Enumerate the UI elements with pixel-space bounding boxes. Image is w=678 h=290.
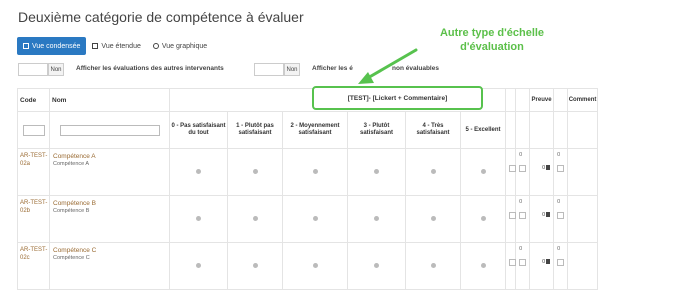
row-checkbox-2[interactable] — [519, 212, 527, 219]
level-radio-1[interactable] — [252, 168, 258, 174]
table-row: AR-TEST-02c Compétence C Compétence C 0 … — [17, 242, 599, 290]
table-row: AR-TEST-02b Compétence B Compétence B 0 … — [17, 195, 599, 243]
row-checkbox-2[interactable] — [519, 165, 527, 172]
column-header-name: Nom — [49, 88, 170, 112]
tab-condensed-view[interactable]: Vue condensée — [17, 37, 87, 55]
filter-label-non-evaluable-end: non évaluables — [392, 65, 439, 72]
filter-input-2[interactable] — [254, 63, 284, 76]
scale-header-highlight: [TEST]- [Lickert + Commentaire] — [312, 86, 483, 110]
competence-description: Compétence A — [53, 161, 90, 167]
view-tabs: Vue condensée Vue étendue Vue graphique — [17, 37, 213, 55]
zero-count: 0 — [519, 199, 523, 205]
level-radio-4[interactable] — [430, 215, 436, 221]
row-checkbox-2[interactable] — [519, 259, 527, 266]
column-header-comment: Comment — [567, 88, 599, 112]
tab-chart-label: Vue graphique — [161, 42, 208, 50]
level-radio-0[interactable] — [196, 215, 201, 221]
level-radio-2[interactable] — [312, 168, 318, 174]
level-header-2: 2 - Moyennement satisfaisant — [282, 111, 348, 149]
tab-extended-view[interactable]: Vue étendue — [86, 37, 146, 55]
competence-link[interactable]: Compétence A — [53, 153, 169, 160]
competence-code: AR-TEST-02a — [17, 148, 50, 196]
evaluation-table: Code Nom Preuve Comment 0 - Pas satisfai… — [17, 88, 599, 290]
level-header-3: 3 - Plutôt satisfaisant — [347, 111, 406, 149]
filter-label-other-evaluations: Afficher les évaluations des autres inte… — [76, 65, 224, 72]
zero-count: 0 — [557, 199, 561, 205]
tab-extended-label: Vue étendue — [101, 42, 141, 50]
level-radio-5[interactable] — [480, 215, 486, 221]
annotation-line-1: Autre type d'échelle — [439, 27, 545, 39]
tab-chart-view[interactable]: Vue graphique — [147, 37, 213, 55]
filter-input-1[interactable] — [18, 63, 48, 76]
column-header-code: Code — [17, 88, 50, 112]
level-header-0: 0 - Pas satisfaisant du tout — [169, 111, 228, 149]
level-header-4: 4 - Très satisfaisant — [405, 111, 461, 149]
level-radio-5[interactable] — [480, 262, 486, 268]
filters-bar: Non Afficher les évaluations des autres … — [18, 63, 658, 77]
table-row: AR-TEST-02a Compétence A Compétence A 0 … — [17, 148, 599, 196]
column-header-proof: Preuve — [529, 88, 555, 112]
proof-count[interactable]: 0 — [542, 212, 551, 218]
level-radio-4[interactable] — [430, 168, 436, 174]
competence-code: AR-TEST-02b — [17, 195, 50, 243]
competence-description: Compétence C — [53, 255, 90, 261]
level-header-1: 1 - Plutôt pas satisfaisant — [227, 111, 283, 149]
code-filter-input[interactable] — [22, 124, 45, 136]
level-radio-1[interactable] — [252, 215, 258, 221]
competence-link[interactable]: Compétence B — [53, 200, 169, 207]
filter-label-non-evaluable: Afficher les é — [312, 65, 353, 72]
annotation-callout: Autre type d'échelle d'évaluation — [412, 26, 572, 54]
level-radio-3[interactable] — [374, 168, 379, 174]
chart-view-icon — [152, 43, 159, 49]
document-icon — [546, 259, 551, 265]
zero-count: 0 — [557, 246, 561, 252]
level-radio-3[interactable] — [374, 215, 379, 221]
document-icon — [546, 212, 551, 218]
toggle-button-other-evaluations[interactable]: Non — [48, 63, 64, 76]
proof-count-value: 0 — [542, 212, 546, 218]
zero-count: 0 — [519, 246, 523, 252]
proof-count-value: 0 — [542, 259, 546, 265]
proof-count-value: 0 — [542, 165, 546, 171]
level-radio-5[interactable] — [480, 168, 486, 174]
level-header-5: 5 - Excellent — [459, 111, 507, 149]
level-radio-0[interactable] — [196, 262, 201, 268]
level-radio-2[interactable] — [312, 215, 318, 221]
row-checkbox-3[interactable] — [557, 212, 565, 219]
condensed-view-icon — [23, 43, 29, 49]
name-filter-input[interactable] — [59, 124, 160, 136]
page-title: Deuxième catégorie de compétence à évalu… — [18, 9, 304, 25]
document-icon — [546, 165, 551, 171]
toggle-button-non-evaluable[interactable]: Non — [284, 63, 300, 76]
level-radio-2[interactable] — [312, 262, 318, 268]
competence-description: Compétence B — [53, 208, 90, 214]
level-radio-1[interactable] — [252, 262, 258, 268]
row-checkbox-3[interactable] — [557, 259, 565, 266]
tab-condensed-label: Vue condensée — [32, 42, 81, 50]
competence-code: AR-TEST-02c — [17, 242, 50, 290]
level-radio-4[interactable] — [430, 262, 436, 268]
annotation-line-2: d'évaluation — [460, 41, 524, 53]
competence-link[interactable]: Compétence C — [53, 247, 169, 254]
extended-view-icon — [92, 43, 99, 49]
level-radio-3[interactable] — [374, 262, 379, 268]
level-radio-0[interactable] — [196, 168, 201, 174]
proof-count[interactable]: 0 — [542, 259, 551, 265]
zero-count: 0 — [519, 152, 523, 158]
zero-count: 0 — [557, 152, 561, 158]
row-checkbox-3[interactable] — [557, 165, 565, 172]
proof-count[interactable]: 0 — [542, 165, 551, 171]
